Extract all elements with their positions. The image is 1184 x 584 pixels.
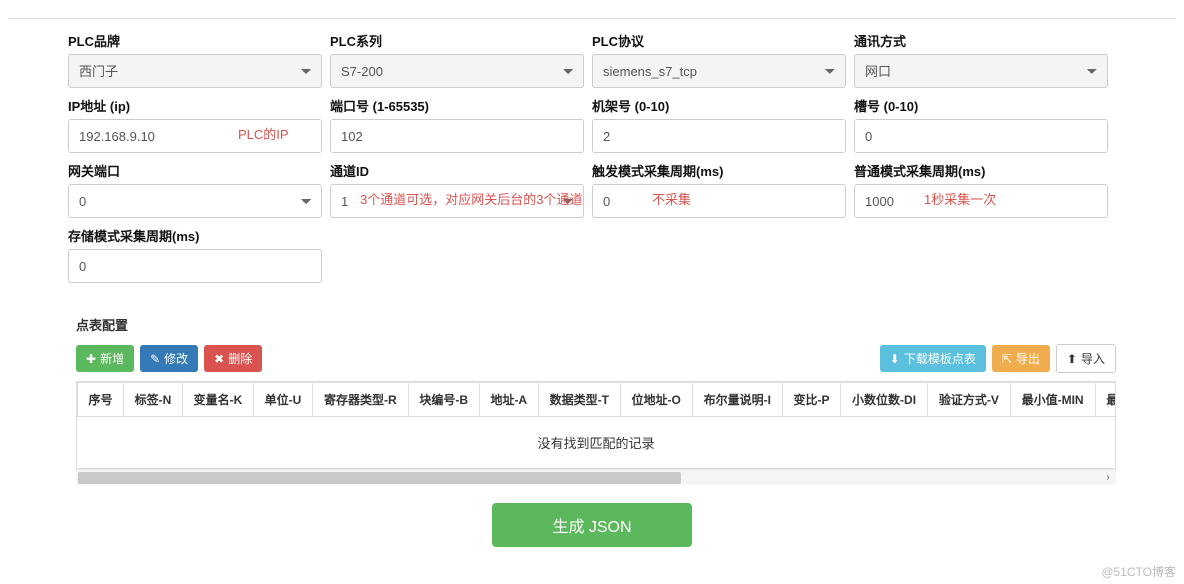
col-addr[interactable]: 地址-A bbox=[479, 383, 538, 417]
gateway-port-select[interactable]: 0 bbox=[68, 184, 322, 218]
col-index[interactable]: 序号 bbox=[78, 383, 124, 417]
col-ratio[interactable]: 变比-P bbox=[782, 383, 840, 417]
plc-brand-label: PLC品牌 bbox=[68, 31, 322, 50]
trigger-cycle-label: 触发模式采集周期(ms) bbox=[592, 161, 846, 180]
scroll-right-arrow[interactable]: › bbox=[1100, 470, 1116, 486]
rack-label: 机架号 (0-10) bbox=[592, 96, 846, 115]
export-icon: ⇱ bbox=[1002, 352, 1012, 366]
add-button[interactable]: ✚新增 bbox=[76, 345, 134, 372]
export-button[interactable]: ⇱导出 bbox=[992, 345, 1050, 372]
download-icon: ⬇ bbox=[890, 352, 900, 366]
import-button[interactable]: ⬆导入 bbox=[1056, 344, 1116, 373]
point-table: 序号 标签-N 变量名-K 单位-U 寄存器类型-R 块编号-B 地址-A 数据… bbox=[76, 381, 1116, 469]
normal-cycle-input[interactable] bbox=[854, 184, 1108, 218]
download-template-button[interactable]: ⬇下载模板点表 bbox=[880, 345, 986, 372]
plc-series-label: PLC系列 bbox=[330, 31, 584, 50]
store-cycle-input[interactable] bbox=[68, 249, 322, 283]
x-icon: ✖ bbox=[214, 352, 224, 366]
col-varname[interactable]: 变量名-K bbox=[182, 383, 253, 417]
comm-mode-label: 通讯方式 bbox=[854, 31, 1108, 50]
slot-input[interactable] bbox=[854, 119, 1108, 153]
channel-select[interactable]: 1 bbox=[330, 184, 584, 218]
delete-button[interactable]: ✖删除 bbox=[204, 345, 262, 372]
col-unit[interactable]: 单位-U bbox=[254, 383, 313, 417]
col-bitaddr[interactable]: 位地址-O bbox=[620, 383, 692, 417]
col-bool[interactable]: 布尔量说明-I bbox=[692, 383, 782, 417]
plc-protocol-label: PLC协议 bbox=[592, 31, 846, 50]
col-tag[interactable]: 标签-N bbox=[123, 383, 182, 417]
comm-mode-select[interactable]: 网口 bbox=[854, 54, 1108, 88]
generate-json-button[interactable]: 生成 JSON bbox=[492, 503, 691, 547]
plc-brand-select[interactable]: 西门子 bbox=[68, 54, 322, 88]
scrollbar-thumb[interactable] bbox=[78, 472, 681, 484]
import-icon: ⬆ bbox=[1067, 352, 1077, 366]
point-table-title: 点表配置 bbox=[76, 315, 1176, 334]
rack-input[interactable] bbox=[592, 119, 846, 153]
gateway-port-label: 网关端口 bbox=[68, 161, 322, 180]
slot-label: 槽号 (0-10) bbox=[854, 96, 1108, 115]
port-label: 端口号 (1-65535) bbox=[330, 96, 584, 115]
no-data-message: 没有找到匹配的记录 bbox=[77, 417, 1115, 468]
plc-protocol-select[interactable]: siemens_s7_tcp bbox=[592, 54, 846, 88]
edit-button[interactable]: ✎修改 bbox=[140, 345, 198, 372]
col-verify[interactable]: 验证方式-V bbox=[927, 383, 1010, 417]
store-cycle-label: 存储模式采集周期(ms) bbox=[68, 226, 322, 245]
table-header-row: 序号 标签-N 变量名-K 单位-U 寄存器类型-R 块编号-B 地址-A 数据… bbox=[78, 383, 1117, 417]
point-table-toolbar: ✚新增 ✎修改 ✖删除 ⬇下载模板点表 ⇱导出 ⬆导入 bbox=[8, 344, 1176, 381]
ip-label: IP地址 (ip) bbox=[68, 96, 322, 115]
channel-label: 通道ID bbox=[330, 161, 584, 180]
plc-series-select[interactable]: S7-200 bbox=[330, 54, 584, 88]
ip-input[interactable] bbox=[68, 119, 322, 153]
col-decimals[interactable]: 小数位数-DI bbox=[841, 383, 928, 417]
col-min[interactable]: 最小值-MIN bbox=[1010, 383, 1095, 417]
watermark: @51CTO博客 bbox=[1101, 563, 1176, 580]
port-input[interactable] bbox=[330, 119, 584, 153]
horizontal-scrollbar[interactable]: ‹ › bbox=[76, 469, 1116, 485]
pencil-icon: ✎ bbox=[150, 352, 160, 366]
plus-icon: ✚ bbox=[86, 352, 96, 366]
col-max[interactable]: 最大值-MA bbox=[1095, 383, 1116, 417]
col-regtype[interactable]: 寄存器类型-R bbox=[312, 383, 408, 417]
config-form: PLC品牌 西门子 PLC系列 S7-200 PLC协议 siemens_s7_… bbox=[8, 31, 1176, 291]
col-dtype[interactable]: 数据类型-T bbox=[538, 383, 620, 417]
col-block[interactable]: 块编号-B bbox=[408, 383, 479, 417]
trigger-cycle-input[interactable] bbox=[592, 184, 846, 218]
normal-cycle-label: 普通模式采集周期(ms) bbox=[854, 161, 1108, 180]
